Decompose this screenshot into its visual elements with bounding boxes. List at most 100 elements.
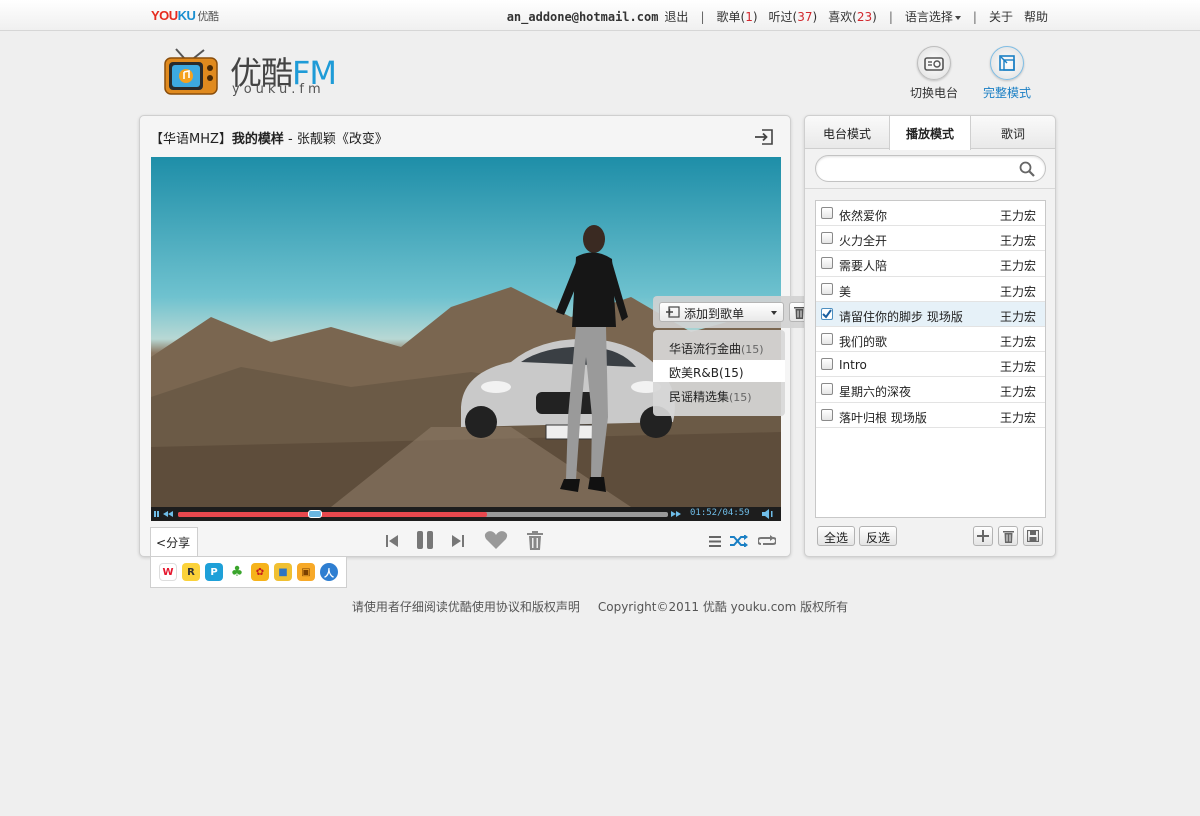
previous-icon[interactable] xyxy=(385,534,399,548)
search-icon[interactable] xyxy=(1019,161,1035,177)
select-all-button[interactable]: 全选 xyxy=(817,526,856,546)
song-row[interactable]: 美 王力宏 xyxy=(816,277,1045,302)
liked-count: 23 xyxy=(856,10,873,24)
invert-selection-button[interactable]: 反选 xyxy=(859,526,898,546)
add-to-playlist-select[interactable]: 添加到歌单 xyxy=(659,302,784,322)
song-row[interactable]: 我们的歌 王力宏 xyxy=(816,327,1045,353)
baidu-icon[interactable]: 人 xyxy=(320,563,338,581)
language-select[interactable]: 语言选择 xyxy=(905,8,961,25)
switch-station-label: 切换电台 xyxy=(909,86,958,100)
song-row[interactable]: Intro 王力宏 xyxy=(816,352,1045,378)
youku-logo[interactable]: YOUKU 优酷 xyxy=(151,8,219,24)
search-input[interactable] xyxy=(828,160,1008,178)
pause-icon[interactable] xyxy=(416,530,434,550)
qzone-icon[interactable]: P xyxy=(205,563,223,581)
weibo-icon[interactable]: W xyxy=(159,563,177,581)
heart-icon[interactable] xyxy=(484,530,508,550)
kaixin-icon[interactable]: ♣ xyxy=(228,563,246,581)
fast-forward-icon[interactable] xyxy=(671,510,683,518)
shuffle-icon[interactable] xyxy=(730,535,748,547)
song-checkbox[interactable] xyxy=(821,332,833,345)
add-to-playlist-label: 添加到歌单 xyxy=(684,307,745,321)
song-row[interactable]: 落叶归根 现场版 王力宏 xyxy=(816,403,1045,428)
song-artist: 王力宏 xyxy=(999,284,1036,299)
song-checkbox[interactable] xyxy=(821,207,833,219)
playlist-option[interactable]: 华语流行金曲(15) xyxy=(653,336,785,358)
tab-play-mode[interactable]: 播放模式 xyxy=(889,116,971,150)
sidebar-panel: 电台模式 播放模式 歌词 依然爱你 王力宏 火力全开 王力宏 需要人陪 王力宏美王力宏 请留… xyxy=(804,115,1056,557)
song-checkbox[interactable] xyxy=(821,232,833,245)
song-checkbox[interactable] xyxy=(821,307,833,320)
terms-link[interactable]: 请使用者仔细阅读优酷使用协议和版权声明 xyxy=(352,600,580,614)
heard-count: 37 xyxy=(797,10,813,24)
next-icon[interactable] xyxy=(451,534,465,548)
seek-handle[interactable] xyxy=(307,510,322,518)
nav-separator: | xyxy=(700,9,705,24)
heard-link[interactable]: 听过(37) xyxy=(769,8,818,25)
add-button[interactable] xyxy=(973,526,993,546)
station-name[interactable]: 【华语MHZ】 xyxy=(150,132,232,147)
song-artist: 王力宏 xyxy=(999,309,1036,324)
song-row[interactable]: 依然爱你 王力宏 xyxy=(816,201,1045,227)
song-row[interactable]: 星期六的深夜 王力宏 xyxy=(816,377,1045,403)
youku-fm-brand[interactable]: 优酷FM youku.fm xyxy=(164,46,354,100)
song-title: 依然爱你 xyxy=(839,209,888,223)
user-email[interactable]: an_addone@hotmail.com xyxy=(507,10,659,24)
save-button[interactable] xyxy=(1023,526,1043,546)
song-checkbox[interactable] xyxy=(821,408,833,421)
list-icon[interactable] xyxy=(709,536,721,547)
tab-radio-mode[interactable]: 电台模式 xyxy=(805,116,889,149)
about-link[interactable]: 关于 xyxy=(989,8,1013,25)
artist-album[interactable]: 张靓颖《改变》 xyxy=(297,132,388,147)
sidebar-tabs: 电台模式 播放模式 歌词 xyxy=(805,116,1055,150)
remove-button[interactable] xyxy=(998,526,1018,546)
song-checkbox[interactable] xyxy=(821,257,833,270)
song-row[interactable]: 请留住你的脚步 现场版 王力宏 xyxy=(816,301,1045,327)
prev-chapter-icon[interactable] xyxy=(154,510,174,518)
trash-icon[interactable] xyxy=(526,531,544,551)
divider xyxy=(805,188,1055,189)
dropdown-arrow-icon xyxy=(771,311,777,315)
tab-lyrics[interactable]: 歌词 xyxy=(971,116,1055,149)
logo-cn: 优酷 xyxy=(197,11,219,23)
volume-icon[interactable] xyxy=(762,509,774,519)
logo-ku: KU xyxy=(177,8,196,23)
song-checkbox[interactable] xyxy=(821,358,833,371)
song-row[interactable]: 火力全开 王力宏 xyxy=(816,226,1045,252)
song-artist: 王力宏 xyxy=(999,234,1036,249)
song-artist: 王力宏 xyxy=(999,410,1036,425)
douban-icon[interactable]: ■ xyxy=(274,563,292,581)
radio-icon xyxy=(917,46,951,80)
song-artist: 王力宏 xyxy=(999,209,1036,223)
switch-station-button[interactable]: 切换电台 xyxy=(906,46,962,101)
tianya-icon[interactable]: ✿ xyxy=(251,563,269,581)
language-label: 语言选择 xyxy=(904,10,953,24)
box-share-icon[interactable]: ▣ xyxy=(297,563,315,581)
seek-progress xyxy=(178,512,487,517)
tv-logo-icon xyxy=(164,48,218,95)
playlist-link[interactable]: 歌单(1) xyxy=(716,8,757,25)
liked-link[interactable]: 喜欢(23) xyxy=(828,8,877,25)
song-row[interactable]: 需要人陪 王力宏 xyxy=(816,251,1045,277)
song-checkbox[interactable] xyxy=(821,383,833,396)
repeat-icon[interactable] xyxy=(758,535,776,547)
share-button[interactable]: <分享 xyxy=(150,527,198,557)
song-checkbox[interactable] xyxy=(821,282,833,295)
renren-icon[interactable]: R xyxy=(182,563,200,581)
logout-link[interactable]: 退出 xyxy=(664,8,688,25)
playlist-option[interactable]: 欧美R&B(15) xyxy=(653,360,785,382)
seek-track[interactable] xyxy=(178,510,668,518)
exit-icon[interactable] xyxy=(754,128,774,146)
song-title: 落叶归根 现场版 xyxy=(839,410,927,425)
share-bar: W R P ♣ ✿ ■ ▣ 人 xyxy=(150,556,347,588)
song-artist: 王力宏 xyxy=(999,259,1036,274)
save-icon xyxy=(1027,530,1039,542)
checkmark-icon xyxy=(822,309,832,319)
top-bar: YOUKU 优酷 an_addone@hotmail.com 退出 | 歌单(1)… xyxy=(0,0,1200,31)
full-mode-button[interactable]: 完整模式 xyxy=(979,46,1035,101)
playlist-option[interactable]: 民谣精选集(15) xyxy=(653,384,785,406)
time-display: 01:52/04:59 xyxy=(690,508,750,518)
help-link[interactable]: 帮助 xyxy=(1024,8,1048,25)
logo-you: YOU xyxy=(151,8,178,23)
seek-bar[interactable]: 01:52/04:59 xyxy=(151,507,781,521)
